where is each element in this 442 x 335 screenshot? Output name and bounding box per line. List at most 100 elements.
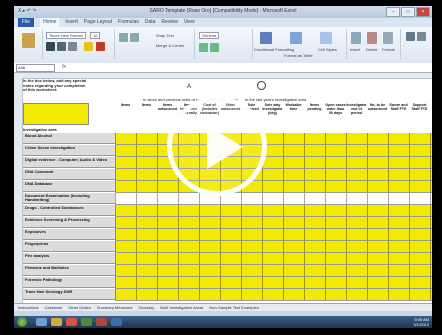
window-title: SARO Template (Rose Oro) [Compatibility … [149,8,297,14]
sheet-tab[interactable]: Casework [44,305,62,310]
start-button[interactable] [17,317,27,327]
row-label: Firearms and Ballistics [23,265,115,276]
close-button[interactable]: × [416,7,430,17]
alignment-group: Wrap Text Merge & Center [116,29,195,59]
format-as-table-label: Format as Table [284,53,313,58]
excel-icon[interactable] [81,318,92,326]
row-cells[interactable] [115,193,432,205]
column-head-label: Open cases older than 30 days [325,103,346,115]
delete-icon[interactable] [367,32,377,44]
sheet-tab[interactable]: Glossary [139,305,155,310]
play-icon[interactable] [167,96,267,196]
styles-group: Conditional Formatting Format as Table C… [254,29,347,59]
align-top-icon[interactable] [119,33,128,42]
bold-icon[interactable] [46,42,55,51]
conditional-formatting-icon[interactable] [260,32,272,44]
row-cells[interactable] [115,145,432,157]
sum-icon[interactable] [406,32,415,41]
formula-bar: A46 fx [14,63,432,73]
tab-data[interactable]: Data [145,18,156,27]
powerpoint-icon[interactable] [96,318,107,326]
row-label: Fire analysis [23,253,115,264]
table-row[interactable]: Evidence Screening & Processing [14,217,432,229]
taskbar: 9:05 AM 3/1/2012 [14,316,432,328]
sheet-tab[interactable]: BoM Investigation Areas [160,305,203,310]
sheet-tab[interactable]: Summary Measures [97,305,133,310]
explorer-icon[interactable] [51,318,62,326]
fx-icon[interactable]: fx [62,64,66,70]
maximize-button[interactable]: □ [401,7,415,17]
name-box[interactable]: A46 [16,64,55,72]
tab-review[interactable]: Review [161,18,177,27]
row-cells[interactable] [115,253,432,265]
ie-icon[interactable] [36,318,47,326]
cell-styles-icon[interactable] [320,32,332,44]
row-label: Evidence Screening & Processing [23,217,115,228]
table-row[interactable]: Trace Hair Serology DNR [14,289,432,301]
editing-group [402,29,430,59]
row-cells[interactable] [115,181,432,193]
instructions-text: In the box below, add any special notes … [23,78,87,93]
row-cells[interactable] [115,217,432,229]
table-row[interactable]: Drugs - Controlled Substances [14,205,432,217]
row-cells[interactable] [115,169,432,181]
font-color-icon[interactable] [96,42,105,51]
italic-icon[interactable] [57,42,66,51]
word-icon[interactable] [111,318,122,326]
percent-icon[interactable] [210,43,219,52]
media-icon[interactable] [66,318,77,326]
clock: 9:05 AM 3/1/2012 [413,317,429,327]
table-row[interactable]: Fingerprints [14,241,432,253]
sheet-tab[interactable]: Other Duties [68,305,90,310]
row-cells[interactable] [115,133,432,145]
font-group: Times New Roman 10 [44,29,115,59]
tab-home[interactable]: Home [40,18,60,27]
row-cells[interactable] [115,229,432,241]
row-cells[interactable] [115,289,432,301]
table-row[interactable]: Firearms and Ballistics [14,265,432,277]
tab-page-layout[interactable]: Page Layout [84,18,112,27]
paste-icon[interactable] [22,33,35,48]
font-name-select[interactable]: Times New Roman [46,32,86,39]
row-cells[interactable] [115,157,432,169]
tab-view[interactable]: View [184,18,195,27]
row-cells[interactable] [115,241,432,253]
tab-formulas[interactable]: Formulas [118,18,139,27]
fill-color-icon[interactable] [84,42,93,51]
font-size-select[interactable]: 10 [90,32,101,39]
section-title: A [187,84,192,90]
sheet-tab[interactable]: Non-Sample Test Examples [209,305,258,310]
align-middle-icon[interactable] [130,33,139,42]
notes-input-box[interactable] [23,103,89,125]
cell-styles-label: Cell Styles [318,47,337,52]
merge-center-button[interactable]: Merge & Center [156,43,184,48]
sort-filter-icon[interactable] [417,32,426,41]
row-label: Fingerprints [23,241,115,252]
sheet-tab[interactable]: Instructions [18,305,38,310]
insert-icon[interactable] [351,32,361,44]
tab-insert[interactable]: Insert [65,18,78,27]
ribbon-tabs: File Home Insert Page Layout Formulas Da… [14,18,432,27]
currency-icon[interactable] [199,43,208,52]
table-row[interactable]: Fire analysis [14,253,432,265]
insert-label: Insert [350,47,361,52]
column-head-label: No. to be outsourced [367,103,388,111]
table-row[interactable]: Forensic Pathology [14,277,432,289]
minimize-button[interactable]: – [386,7,400,17]
underline-icon[interactable] [68,42,77,51]
format-as-table-icon[interactable] [290,32,302,44]
row-cells[interactable] [115,205,432,217]
number-group: General [196,29,253,59]
row-cells[interactable] [115,265,432,277]
row-cells[interactable] [115,277,432,289]
table-row[interactable]: Explosives [14,229,432,241]
wrap-text-button[interactable]: Wrap Text [156,33,174,38]
column-head-label: Items [120,103,131,107]
column-head-label: Items pending [307,103,322,111]
radio-icon [257,81,266,90]
tab-file[interactable]: File [18,18,35,27]
column-head-label: Workable time [285,103,302,111]
format-icon[interactable] [383,32,393,44]
column-head-label: Investigator end of period [346,103,367,115]
number-format-select[interactable]: General [199,32,220,39]
